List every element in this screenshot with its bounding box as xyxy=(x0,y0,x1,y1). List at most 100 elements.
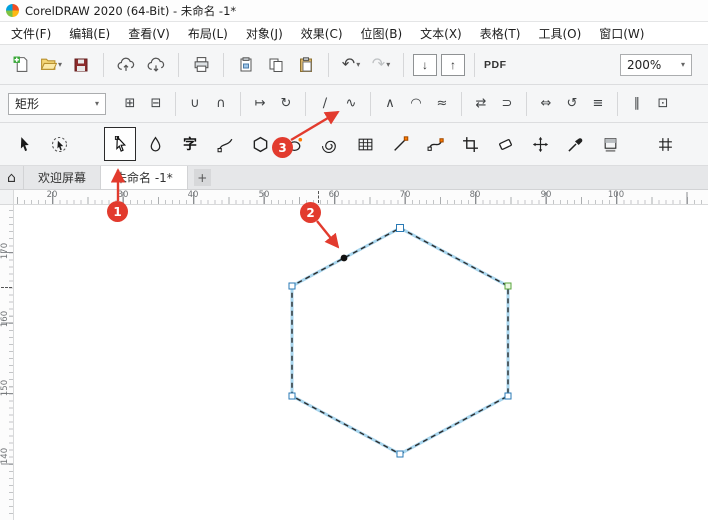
tab-welcome-screen[interactable]: 欢迎屏幕 xyxy=(24,166,102,189)
copy-icon xyxy=(269,58,283,72)
freehand-pick-tool[interactable] xyxy=(43,127,75,161)
ruler-label: 30 xyxy=(117,190,129,200)
cusp-node-button[interactable]: ∧ xyxy=(378,90,402,118)
menu-window[interactable]: 窗口(W) xyxy=(590,22,653,45)
reverse-direction-button[interactable]: ⇄ xyxy=(469,90,493,118)
menu-object[interactable]: 对象(J) xyxy=(237,22,292,45)
window-title: CorelDRAW 2020 (64-Bit) - 未命名 -1* xyxy=(25,3,237,18)
save-button[interactable] xyxy=(68,51,94,79)
paste-button[interactable] xyxy=(293,51,319,79)
smooth-tool[interactable] xyxy=(139,127,171,161)
smooth-node-button[interactable]: ◠ xyxy=(404,90,428,118)
bezier-tool[interactable] xyxy=(419,127,451,161)
polygon-tool[interactable] xyxy=(244,127,276,161)
ruler-label: 150 xyxy=(0,379,11,397)
export-icon: ↑ xyxy=(450,57,456,72)
delete-node-button[interactable]: ⊟ xyxy=(144,90,168,118)
redo-button[interactable]: ↷ ▾ xyxy=(368,51,394,79)
copy-button[interactable] xyxy=(263,51,289,79)
mesh-fill-tool[interactable] xyxy=(649,127,681,161)
spiral-icon xyxy=(321,140,336,153)
shape-tool[interactable] xyxy=(104,127,136,161)
elastic-mode-button[interactable]: ∥ xyxy=(625,90,649,118)
select-all-nodes-button[interactable]: ⊡ xyxy=(651,90,675,118)
text-tool[interactable]: 字 xyxy=(174,127,206,161)
export-button[interactable]: ↑ xyxy=(441,53,465,76)
undo-button[interactable]: ↶ ▾ xyxy=(338,51,364,79)
cloud-upload-icon xyxy=(117,57,135,71)
convert-to-line-button[interactable]: ∕ xyxy=(313,90,337,118)
document-tab-bar: ⌂ 欢迎屏幕 未命名 -1* + xyxy=(0,166,708,190)
auto-close-curve-button[interactable]: ↻ xyxy=(274,90,298,118)
toolbar-separator xyxy=(305,91,306,116)
print-icon xyxy=(194,57,208,72)
ruler-label: 80 xyxy=(469,190,481,200)
tab-untitled-1[interactable]: 未命名 -1* xyxy=(101,166,188,189)
new-document-tab-button[interactable]: + xyxy=(193,169,211,186)
table-tool[interactable] xyxy=(349,127,381,161)
home-tab[interactable]: ⌂ xyxy=(0,166,24,189)
spiral-tool[interactable] xyxy=(314,127,346,161)
menu-table[interactable]: 表格(T) xyxy=(471,22,530,45)
menu-layout[interactable]: 布局(L) xyxy=(179,22,237,45)
pick-icon xyxy=(20,136,29,151)
print-button[interactable] xyxy=(188,51,214,79)
drawing-canvas[interactable] xyxy=(14,205,708,520)
mesh-grid-icon xyxy=(658,137,672,151)
toolbar-separator xyxy=(175,91,176,116)
paste-special-button[interactable] xyxy=(233,51,259,79)
free-transform-tool[interactable] xyxy=(524,127,556,161)
freehand-tool[interactable] xyxy=(209,127,241,161)
break-node-button[interactable]: ∩ xyxy=(209,90,233,118)
publish-to-pdf-button[interactable]: PDF xyxy=(484,59,507,71)
freehand-pick-icon xyxy=(51,136,67,152)
cloud-upload-button[interactable] xyxy=(113,51,139,79)
color-eyedropper-tool[interactable] xyxy=(559,127,591,161)
menu-file[interactable]: 文件(F) xyxy=(2,22,60,45)
caret-down-icon: ▾ xyxy=(94,99,99,108)
add-node-button[interactable]: ⊞ xyxy=(118,90,142,118)
freehand-line-icon xyxy=(217,138,232,152)
caret-down-icon: ▾ xyxy=(57,60,62,69)
convert-to-curve-button[interactable]: ∿ xyxy=(339,90,363,118)
cursor-position-marker xyxy=(1,287,12,288)
two-point-line-tool[interactable] xyxy=(384,127,416,161)
extend-curve-button[interactable]: ↦ xyxy=(248,90,272,118)
toolbar-separator xyxy=(461,91,462,116)
hexagon-shape[interactable] xyxy=(14,205,708,520)
menu-view[interactable]: 查看(V) xyxy=(119,22,179,45)
menu-tools[interactable]: 工具(O) xyxy=(529,22,590,45)
menu-bitmaps[interactable]: 位图(B) xyxy=(352,22,412,45)
ruler-label: 70 xyxy=(399,190,411,200)
droplet-icon xyxy=(150,135,160,151)
import-button[interactable]: ↓ xyxy=(413,53,437,76)
vertical-ruler[interactable]: 170 160 150 140 xyxy=(0,205,14,520)
coreldraw-logo-icon[interactable] xyxy=(6,4,19,17)
align-nodes-button[interactable]: ≡ xyxy=(586,90,610,118)
menu-text[interactable]: 文本(X) xyxy=(411,22,471,45)
menu-effects[interactable]: 效果(C) xyxy=(292,22,352,45)
interactive-fill-tool[interactable] xyxy=(594,127,626,161)
ruler-origin-corner[interactable] xyxy=(0,190,14,205)
pick-tool[interactable] xyxy=(8,127,40,161)
cloud-download-icon xyxy=(147,57,165,72)
new-document-button[interactable] xyxy=(8,51,34,79)
symmetrical-node-button[interactable]: ≈ xyxy=(430,90,454,118)
save-icon xyxy=(74,58,88,71)
eraser-tool[interactable] xyxy=(489,127,521,161)
text-tool-icon: 字 xyxy=(183,136,197,152)
step-1-badge: 1 xyxy=(107,201,128,222)
ruler-label: 50 xyxy=(258,190,270,200)
cloud-download-button[interactable] xyxy=(143,51,169,79)
zoom-level-dropdown[interactable]: 200% ▾ xyxy=(620,53,692,76)
stretch-nodes-button[interactable]: ⇔ xyxy=(534,90,558,118)
crop-tool[interactable] xyxy=(454,127,486,161)
preset-dropdown[interactable]: 矩形 ▾ xyxy=(8,92,106,115)
menu-edit[interactable]: 编辑(E) xyxy=(60,22,119,45)
rotate-nodes-button[interactable]: ↺ xyxy=(560,90,584,118)
open-button[interactable]: ▾ xyxy=(38,51,64,79)
toolbox: 字 xyxy=(0,123,708,166)
join-nodes-button[interactable]: ∪ xyxy=(183,90,207,118)
hexagon-icon xyxy=(253,136,267,152)
close-curve-button[interactable]: ⊃ xyxy=(495,90,519,118)
